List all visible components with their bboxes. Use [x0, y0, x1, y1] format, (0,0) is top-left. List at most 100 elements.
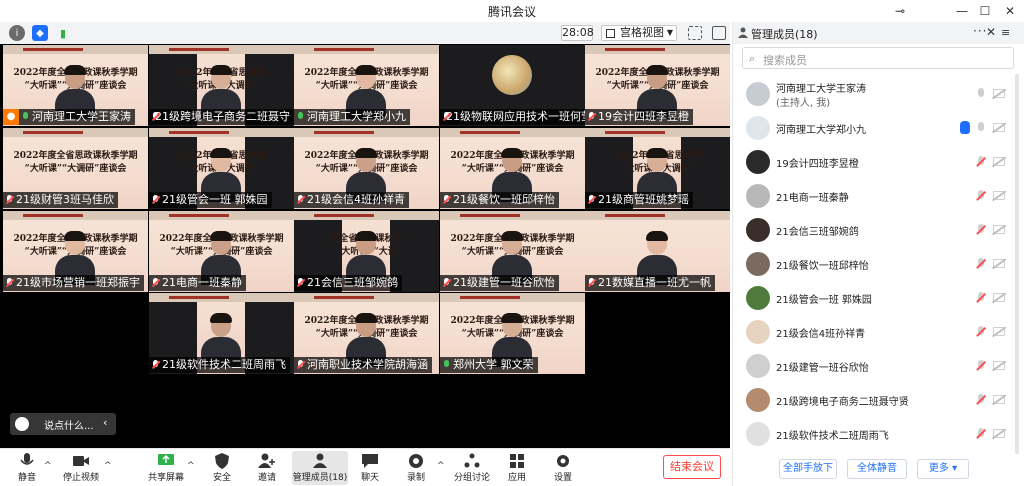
chevron-up-icon[interactable]: ^: [44, 461, 52, 471]
end-meeting-button[interactable]: 结束会议: [663, 455, 721, 479]
video-off-icon[interactable]: [993, 89, 1005, 98]
participant-name-label: 21级餐饮一班邱梓怡: [440, 192, 559, 208]
fullscreen-icon[interactable]: [688, 26, 702, 40]
view-selector[interactable]: 宫格视图 ▼: [601, 25, 677, 41]
video-tile[interactable]: 2022年度全省思政课秋季学期“大听课”“大调研”座谈会●河南理工大学王家涛: [3, 45, 148, 126]
pin-icon[interactable]: ⊸: [888, 0, 912, 22]
menu-icon[interactable]: ≡: [1001, 26, 1011, 39]
video-tile[interactable]: 2022年度全省思政课秋季学期“大听课”“大调研”座谈会21级会信4班孙祥青: [294, 128, 439, 209]
member-row[interactable]: 21电商一班秦静: [733, 180, 1011, 214]
member-search-input[interactable]: ⌕ 搜索成员: [742, 47, 1014, 69]
video-off-icon[interactable]: [993, 395, 1005, 404]
meeting-timer: 28:08: [561, 25, 594, 41]
mute-all-button[interactable]: 全体静音: [847, 459, 907, 479]
close-button[interactable]: ✕: [998, 0, 1022, 22]
video-off-icon[interactable]: [993, 157, 1005, 166]
video-tile[interactable]: 2022年度全省思政课秋季学期“大听课”“大调研”座谈会河南职业技术学院胡海涵: [294, 293, 439, 374]
video-tile[interactable]: 2022年度全省思政课秋季学期“大听课”“大调研”座谈会郑州大学 郭文荣: [440, 293, 585, 374]
lower-all-hands-button[interactable]: 全部手放下: [779, 459, 837, 479]
mic-muted-icon[interactable]: [977, 360, 985, 372]
participant-name-label: 河南理工大学王家涛: [19, 109, 135, 125]
video-tile[interactable]: 2022年度全省思政课秋季学期 “大听课”“大调研”座谈会 21级财管3班马佳欣: [3, 128, 148, 209]
video-off-icon[interactable]: [993, 361, 1005, 370]
member-row[interactable]: 21级建管一班谷欣怡: [733, 350, 1011, 384]
video-off-icon[interactable]: [993, 259, 1005, 268]
video-tile[interactable]: 2022年度全省思政课秋季学期“大听课”“大调研”座谈会19会计四班李昱橙: [585, 45, 730, 126]
share-screen-button[interactable]: 共享屏幕: [139, 451, 193, 485]
slide-banner: [294, 293, 439, 302]
minimize-button[interactable]: —: [950, 0, 974, 22]
chevron-up-icon[interactable]: ^: [104, 461, 112, 471]
video-tile[interactable]: 2022年度全省思政课秋季学期“大听课”“大调研”座谈会21级市场营销一班郑振宇: [3, 211, 148, 292]
video-tile[interactable]: 2022年度全省思政课“大听课”“大调研”21级管会一班 郭姝园: [149, 128, 294, 209]
shield-icon[interactable]: ◆: [32, 25, 48, 41]
info-icon[interactable]: i: [9, 25, 25, 41]
avatar: [746, 150, 770, 174]
avatar: [746, 252, 770, 276]
toolbar-label: 停止视频: [62, 473, 99, 483]
collapse-chat-icon[interactable]: ‹: [103, 416, 107, 429]
video-off-icon[interactable]: [993, 191, 1005, 200]
video-off-icon[interactable]: [993, 327, 1005, 336]
member-row[interactable]: 河南理工大学郑小九: [733, 112, 1011, 146]
mic-muted-icon[interactable]: [977, 190, 985, 202]
mic-icon[interactable]: [977, 122, 985, 134]
emoji-icon[interactable]: [15, 417, 29, 431]
members-button[interactable]: 管理成员(18): [292, 451, 348, 485]
maximize-button[interactable]: ☐: [973, 0, 997, 22]
sidebar-toggle-icon[interactable]: [712, 26, 726, 40]
avatar: [746, 388, 770, 412]
member-name: 21级软件技术二班周雨飞: [776, 431, 889, 442]
record-button[interactable]: 录制: [389, 451, 443, 485]
chevron-up-icon[interactable]: ^: [187, 461, 195, 471]
more-button[interactable]: 更多 ▾: [917, 459, 969, 479]
toolbar-label: 邀请: [257, 473, 276, 483]
member-row[interactable]: 21级管会一班 郭姝园: [733, 282, 1011, 316]
member-row[interactable]: 21级餐饮一班邱梓怡: [733, 248, 1011, 282]
mic-muted-icon[interactable]: [977, 224, 985, 236]
participant-name: 21级财管3班马佳欣: [16, 193, 114, 206]
mic-muted-icon[interactable]: [977, 292, 985, 304]
video-tile[interactable]: 2022年度全省思政课“大听课”“大调研”21级跨境电子商务二班聂守: [149, 45, 294, 126]
participant-name-label: 21级建管一班谷欣怡: [440, 275, 559, 291]
mic-muted-icon[interactable]: [977, 326, 985, 338]
mic-muted-icon[interactable]: [977, 156, 985, 168]
chevron-up-icon[interactable]: ^: [437, 461, 445, 471]
video-tile[interactable]: 2022年度全省思政课秋季学期“大听课”“大调研”座谈会河南理工大学郑小九: [294, 45, 439, 126]
mic-muted-icon: [297, 360, 304, 370]
video-tile[interactable]: 21级软件技术二班周雨飞: [149, 293, 294, 374]
video-button[interactable]: 停止视频: [54, 451, 108, 485]
mic-muted-icon[interactable]: [977, 258, 985, 270]
video-tile[interactable]: 2022年度全省思政课秋季学期“大听课”“大调研”座谈会21电商一班秦静: [149, 211, 294, 292]
participant-name-label: 21电商一班秦静: [149, 275, 246, 291]
video-off-icon[interactable]: [993, 225, 1005, 234]
settings-button[interactable]: 设置: [536, 451, 590, 485]
signal-icon[interactable]: ▮: [55, 25, 71, 41]
video-off-icon[interactable]: [993, 293, 1005, 302]
toolbar-label: 静音: [17, 473, 36, 483]
chat-input[interactable]: 说点什么... ‹: [10, 413, 116, 435]
close-panel-icon[interactable]: ✕: [986, 25, 996, 39]
video-tile[interactable]: 21数媒直播一班尤一帆: [585, 211, 730, 292]
video-off-icon[interactable]: [993, 123, 1005, 132]
invite-button[interactable]: 邀请: [240, 451, 294, 485]
member-row[interactable]: 21级软件技术二班周雨飞: [733, 418, 1011, 452]
member-row[interactable]: 19会计四班李昱橙: [733, 146, 1011, 180]
video-tile[interactable]: 2022年度全省思政课“大听课”“大调研”21级商管班姚梦瑶: [585, 128, 730, 209]
participant-name: 21级物联网应用技术一班何莹: [446, 110, 585, 123]
member-row[interactable]: 河南理工大学王家涛 (主持人, 我): [733, 78, 1011, 112]
slide-banner: [294, 211, 439, 220]
video-tile[interactable]: 2022年度全省思政课秋季学期“大听课”“大调研”座谈会21级餐饮一班邱梓怡: [440, 128, 585, 209]
slide-banner: [149, 45, 294, 54]
member-row[interactable]: 21级跨境电子商务二班聂守贤: [733, 384, 1011, 418]
video-tile[interactable]: 2022年度全省思政课秋季学期“大听课”“大调研”座谈会21级建管一班谷欣怡: [440, 211, 585, 292]
mic-muted-icon[interactable]: [977, 428, 985, 440]
mic-muted-icon[interactable]: [977, 394, 985, 406]
video-tile[interactable]: 度全省思政课秋季“大听课”“大调21会信三班邹婉鸽: [294, 211, 439, 292]
member-list-scrollbar[interactable]: [1015, 74, 1019, 454]
video-off-icon[interactable]: [993, 429, 1005, 438]
video-tile[interactable]: 21级物联网应用技术一班何莹: [440, 45, 585, 126]
member-row[interactable]: 21级会信4班孙祥青: [733, 316, 1011, 350]
mic-icon[interactable]: [977, 88, 985, 100]
member-row[interactable]: 21会信三班邹婉鸽: [733, 214, 1011, 248]
